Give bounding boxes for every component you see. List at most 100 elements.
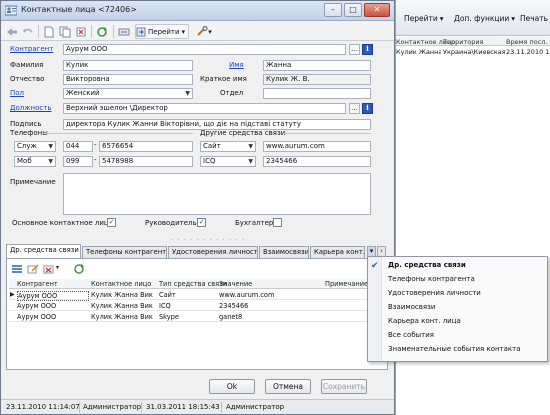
position-field[interactable]: Верхний эшелон \Директор xyxy=(63,103,346,114)
gender-select[interactable]: Женский ▼ xyxy=(63,88,193,99)
tabs-popup-menu: ✔ Др. средства связи Телефоны контрагент… xyxy=(367,256,548,362)
link-button[interactable] xyxy=(117,24,131,39)
table-row[interactable]: ▶ Аурум ООО Кулик Жанна Вик Сайт www.aur… xyxy=(9,290,385,301)
menu-item-counterparty-phones[interactable]: Телефоны контрагента xyxy=(368,272,547,285)
minimize-button[interactable]: – xyxy=(324,3,342,17)
col-contact-person[interactable]: Контактное лицо xyxy=(91,280,151,288)
chevron-down-icon: ▼ xyxy=(185,90,190,97)
chevron-down-icon: ▼ xyxy=(48,158,53,165)
undo-button[interactable] xyxy=(21,24,35,39)
counterparty-link[interactable]: Контрагент xyxy=(10,45,53,53)
col-contact-type[interactable]: Тип средства связи xyxy=(159,280,227,288)
table-row[interactable]: Аурум ООО Кулик Жанна Вик ICQ 2345466 xyxy=(9,301,385,311)
edit-icon xyxy=(27,264,39,274)
table-cell[interactable]: ICQ xyxy=(159,302,217,310)
actions-menu-button[interactable]: ▾ xyxy=(193,24,215,39)
ok-button[interactable]: Ok xyxy=(209,379,255,394)
counterparty-info-button[interactable]: i xyxy=(362,44,373,55)
patronymic-field[interactable]: Викторовна xyxy=(63,74,193,85)
table-cell[interactable]: Аурум ООО xyxy=(17,302,89,310)
note-textarea[interactable] xyxy=(63,173,371,215)
table-cell[interactable]: ganet8 xyxy=(219,313,323,321)
table-cell[interactable]: Кулик Жанна Вик xyxy=(91,302,157,310)
maximize-button[interactable]: □ xyxy=(344,3,362,17)
counterparty-field[interactable]: Аурум ООО xyxy=(63,44,346,55)
table-row[interactable]: Аурум ООО Кулик Жанна Вик Skype ganet8 xyxy=(9,312,385,322)
menu-item-identity-documents[interactable]: Удостоверения личности xyxy=(368,286,547,299)
phone-number-field[interactable]: 6576654 xyxy=(99,141,193,152)
menu-item-relations[interactable]: Взаимосвязи xyxy=(368,300,547,313)
menu-item-notable-events[interactable]: Знаменательные события контакта xyxy=(368,342,547,355)
position-select-button[interactable]: … xyxy=(349,103,360,114)
contact-type-select[interactable]: ICQ ▼ xyxy=(200,156,256,167)
contact-value-field[interactable]: 2345466 xyxy=(263,156,371,167)
contact-value-field[interactable]: www.aurum.com xyxy=(263,141,371,152)
back-button[interactable] xyxy=(5,24,19,39)
ellipsis-icon: … xyxy=(351,104,358,112)
title-bar[interactable]: Контактные лица <72406> – □ ✕ xyxy=(1,1,394,21)
background-grid-row[interactable]: Кулик Жанна Викторовна Украина\Киевская … xyxy=(396,47,550,57)
cancel-button[interactable]: Отмена xyxy=(265,379,311,394)
position-info-button[interactable]: i xyxy=(362,103,373,114)
position-link[interactable]: Должность xyxy=(10,104,51,112)
contact-type-select[interactable]: Сайт ▼ xyxy=(200,141,256,152)
grid-delete-button[interactable]: ▾ xyxy=(43,263,65,276)
save-button[interactable]: Сохранить xyxy=(321,379,367,394)
delete-button[interactable] xyxy=(74,24,88,39)
tab-relations[interactable]: Взаимосвязи xyxy=(259,246,309,258)
tab-other-contacts[interactable]: Др. средства связи xyxy=(6,244,81,259)
accountant-checkbox[interactable] xyxy=(273,218,282,227)
table-cell[interactable]: Аурум ООО xyxy=(17,313,89,321)
col-counterparty[interactable]: Контрагент xyxy=(17,280,58,288)
firstname-field[interactable]: Жанна xyxy=(263,60,371,71)
table-cell[interactable]: Кулик Жанна Вик xyxy=(91,291,157,299)
main-contact-checkbox[interactable]: ✓ xyxy=(107,218,116,227)
tab-career[interactable]: Карьера конт. xyxy=(310,246,365,258)
other-contacts-divider xyxy=(283,133,371,134)
tab-counterparty-phones[interactable]: Телефоны контрагента xyxy=(82,246,167,258)
refresh-button[interactable] xyxy=(95,24,109,39)
tab-identity-documents[interactable]: Удостоверения личности xyxy=(168,246,258,258)
new-document-button[interactable] xyxy=(42,24,56,39)
manager-checkbox[interactable]: ✓ xyxy=(197,218,206,227)
table-cell[interactable]: Skype xyxy=(159,313,217,321)
table-cell[interactable]: 2345466 xyxy=(219,302,323,310)
menu-item-career[interactable]: Карьера конт. лица xyxy=(368,314,547,327)
lastname-field[interactable]: Кулик xyxy=(63,60,193,71)
grid-add-button[interactable] xyxy=(11,263,24,276)
copy-button[interactable] xyxy=(58,24,72,39)
gender-link[interactable]: Пол xyxy=(10,89,24,97)
phone-code-field[interactable]: 099 xyxy=(63,156,93,167)
background-col-territory: Территория xyxy=(443,38,484,46)
background-goto-button[interactable]: Перейти ▾ xyxy=(404,10,444,26)
goto-menu-button[interactable]: Перейти ▾ xyxy=(135,24,189,39)
counterparty-select-button[interactable]: … xyxy=(349,44,360,55)
splitter-grip[interactable]: · · · · · · · · · · · · xyxy=(171,236,245,244)
background-extra-functions-button[interactable]: Доп. функции ▾ xyxy=(454,10,515,26)
lastname-label: Фамилия xyxy=(10,61,44,69)
department-field[interactable] xyxy=(263,88,371,99)
background-grid-header: Контактное лицо Территория Время посл. xyxy=(396,37,550,46)
shortname-field[interactable]: Кулик Ж. В. xyxy=(263,74,371,85)
table-cell[interactable]: Аурум ООО xyxy=(17,291,89,301)
menu-item-all-events[interactable]: Все события xyxy=(368,328,547,341)
phone-code-field[interactable]: 044 xyxy=(63,141,93,152)
toolbar-separator xyxy=(91,25,92,38)
phone-number-field[interactable]: 5478988 xyxy=(99,156,193,167)
menu-item-other-contacts[interactable]: ✔ Др. средства связи xyxy=(368,258,547,271)
col-value[interactable]: Значение xyxy=(219,280,252,288)
background-print-button[interactable]: Печать xyxy=(520,10,548,26)
phone-type-select[interactable]: Служ ▼ xyxy=(14,141,56,152)
grid-edit-button[interactable] xyxy=(27,263,40,276)
table-cell[interactable]: Сайт xyxy=(159,291,217,299)
close-button[interactable]: ✕ xyxy=(364,3,390,17)
grid-refresh-button[interactable] xyxy=(73,263,86,276)
firstname-link[interactable]: Имя xyxy=(229,61,244,69)
ellipsis-icon: … xyxy=(351,45,358,53)
background-extra-label: Доп. функции xyxy=(454,13,510,23)
table-cell[interactable]: www.aurum.com xyxy=(219,291,323,299)
phone-type-select[interactable]: Моб ▼ xyxy=(14,156,56,167)
col-note[interactable]: Примечание xyxy=(325,280,368,288)
table-cell[interactable]: Кулик Жанна Вик xyxy=(91,313,157,321)
contact-type-value: Сайт xyxy=(203,142,221,150)
